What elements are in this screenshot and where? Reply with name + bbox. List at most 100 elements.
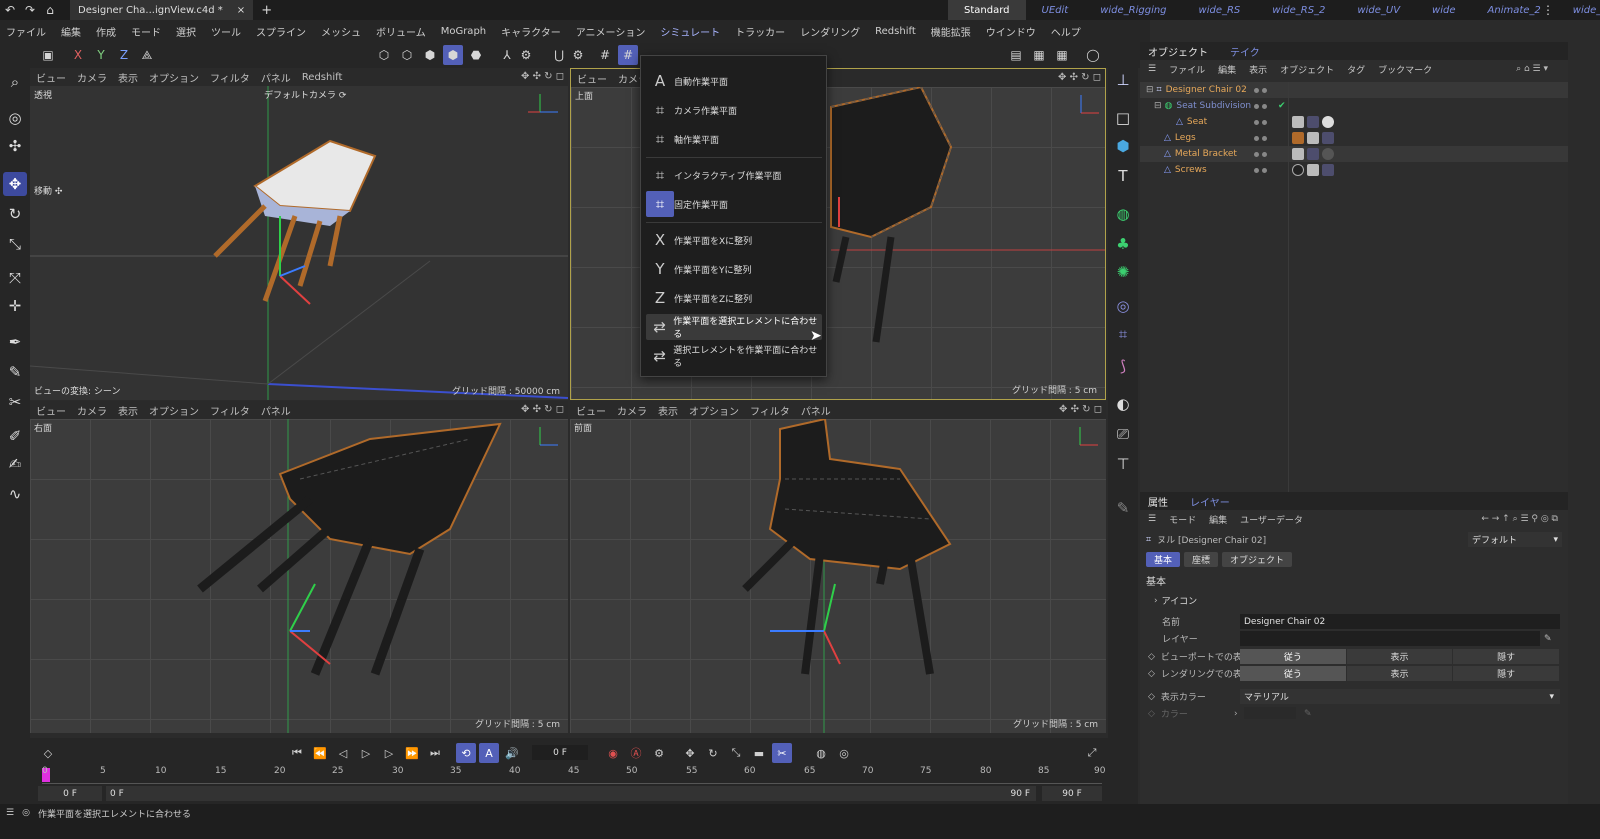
- coordinate-system-icon[interactable]: ⟁: [137, 45, 157, 65]
- metal-sphere-icon[interactable]: [1322, 148, 1334, 160]
- menu-camera-workplane[interactable]: ⌗ カメラ作業平面: [646, 97, 822, 123]
- menu-mode[interactable]: モード: [131, 24, 161, 39]
- move-tool-icon[interactable]: ✥: [3, 172, 27, 196]
- menu-extensions[interactable]: 機能拡張: [931, 24, 971, 39]
- home-icon[interactable]: ⌂: [40, 0, 60, 20]
- am-menu-mode[interactable]: モード: [1169, 513, 1196, 526]
- points-mode-icon[interactable]: ⬡: [374, 45, 394, 65]
- preset-dropdown[interactable]: デフォルト ▾: [1468, 532, 1562, 547]
- camera-label[interactable]: デフォルトカメラ ⟳: [264, 88, 346, 101]
- object-name[interactable]: Designer Chair 02: [1166, 85, 1247, 95]
- material-sphere-icon[interactable]: [1292, 164, 1304, 176]
- menu-align-selection-to-workplane[interactable]: ⇄ 選択エレメントを作業平面に合わせる: [646, 343, 822, 369]
- viewport-perspective[interactable]: ビュー カメラ 表示 オプション フィルタ パネル Redshift ✥ ✣ ↻…: [30, 68, 568, 400]
- menu-help[interactable]: ヘルプ: [1051, 24, 1081, 39]
- layout-tab[interactable]: wide_RS: [1183, 0, 1257, 20]
- current-frame-field[interactable]: 0 F: [532, 745, 588, 760]
- search-icon[interactable]: ⌕: [3, 70, 27, 94]
- menu-spline[interactable]: スプライン: [256, 24, 306, 39]
- menu-axis-workplane[interactable]: ⌗ 軸作業平面: [646, 126, 822, 152]
- play-icon[interactable]: ▷: [356, 743, 376, 763]
- tab-basic[interactable]: 基本: [1146, 552, 1181, 567]
- sound-icon[interactable]: 🔊: [502, 743, 522, 763]
- menu-window[interactable]: ウインドウ: [986, 24, 1036, 39]
- preview-range-bar[interactable]: 0 F 90 F: [106, 786, 1036, 801]
- knife-icon[interactable]: ✂: [3, 390, 27, 414]
- motion-settings-icon[interactable]: ◎: [834, 743, 854, 763]
- more-icon[interactable]: ⋮: [1542, 3, 1554, 17]
- visibility-dots[interactable]: [1254, 82, 1276, 98]
- render-region-icon[interactable]: ▤: [1006, 45, 1026, 65]
- layout-tab[interactable]: wide_Rigging: [1084, 0, 1182, 20]
- timeline-expand-icon[interactable]: ⤢: [1082, 743, 1102, 763]
- chevron-right-icon[interactable]: ›: [1154, 596, 1158, 606]
- om-search-icons[interactable]: ⌕ ⌂ ☰ ▾: [1516, 64, 1548, 74]
- record-icon[interactable]: ◉: [603, 743, 623, 763]
- menu-character[interactable]: キャラクター: [501, 24, 561, 39]
- chevron-right-icon[interactable]: ›: [1234, 709, 1238, 719]
- grid-icon[interactable]: #: [595, 45, 615, 65]
- uv-mode-icon[interactable]: ⬣: [466, 45, 486, 65]
- tweak-icon[interactable]: ✣: [3, 134, 27, 158]
- scale-tool-icon[interactable]: ⤡: [3, 232, 27, 256]
- am-nav-icons[interactable]: ← → ↑ ⌕ ☰ ⚲ ◎ ⧉: [1481, 514, 1558, 524]
- vp-menu-options[interactable]: オプション: [149, 70, 199, 85]
- om-menu-bookmarks[interactable]: ブックマーク: [1378, 63, 1432, 76]
- null-icon[interactable]: ⌗: [1111, 322, 1135, 346]
- hamburger-icon[interactable]: ☰: [1148, 64, 1156, 74]
- rotate-tool-icon[interactable]: ↻: [3, 202, 27, 226]
- object-name[interactable]: Seat Subdivision: [1176, 101, 1251, 111]
- expand-icon[interactable]: ⊟: [1146, 85, 1154, 95]
- om-menu-view[interactable]: 表示: [1249, 63, 1267, 76]
- playback-mode-icon[interactable]: A: [479, 743, 499, 763]
- y-axis-toggle[interactable]: Y: [91, 45, 111, 65]
- edges-mode-icon[interactable]: ⬡: [397, 45, 417, 65]
- key-pla-icon[interactable]: ✂: [772, 743, 792, 763]
- viewport-canvas[interactable]: 右面 グリッド間隔 : 5 cm: [30, 419, 568, 733]
- viewport-canvas[interactable]: 透視 デフォルトカメラ ⟳ 移動 ✣ ビューの変換: シーン グリッド間隔 : …: [30, 86, 568, 400]
- model-mode-icon[interactable]: ▣: [38, 45, 58, 65]
- enabled-check-icon[interactable]: ✔: [1278, 101, 1286, 111]
- camera-icon[interactable]: ⎚: [1111, 422, 1135, 446]
- viewport-front[interactable]: ビュー カメラ 表示 オプション フィルタ パネル ✥ ✣ ↻ ◻ 前面 グリッ…: [570, 401, 1106, 733]
- live-selection-icon[interactable]: ◎: [3, 106, 27, 130]
- redo-icon[interactable]: ↷: [20, 0, 40, 20]
- keyframe-diamond-icon[interactable]: ◇: [1148, 652, 1155, 662]
- vis-default-option[interactable]: 従う: [1240, 649, 1347, 664]
- vp-menu-filter[interactable]: フィルタ: [210, 70, 250, 85]
- object-name[interactable]: Metal Bracket: [1175, 149, 1237, 159]
- key-position-icon[interactable]: ✥: [680, 743, 700, 763]
- am-menu-userdata[interactable]: ユーザーデータ: [1240, 513, 1303, 526]
- menu-auto-workplane[interactable]: A 自動作業平面: [646, 68, 822, 94]
- tab-object[interactable]: オブジェクト: [1222, 552, 1293, 567]
- object-row[interactable]: ⊟ ◍ Seat Subdivision ✔: [1140, 98, 1568, 114]
- vp-menu-camera[interactable]: カメラ: [617, 403, 647, 418]
- expand-icon[interactable]: ⊟: [1154, 101, 1162, 111]
- tab-takes[interactable]: テイク: [1230, 44, 1260, 59]
- menu-mograph[interactable]: MoGraph: [441, 26, 486, 37]
- axis-icon[interactable]: ⅄: [497, 45, 517, 65]
- pen-icon[interactable]: ✒: [3, 330, 27, 354]
- tab-layers[interactable]: レイヤー: [1190, 494, 1230, 509]
- menu-volume[interactable]: ボリューム: [376, 24, 426, 39]
- hamburger-icon[interactable]: ☰: [1148, 514, 1156, 524]
- menu-align-y[interactable]: Y 作業平面をYに整列: [646, 256, 822, 282]
- z-axis-toggle[interactable]: Z: [114, 45, 134, 65]
- viewport-nav-icons[interactable]: ✥ ✣ ↻ ◻: [521, 71, 564, 82]
- object-row[interactable]: △ Screws: [1140, 162, 1568, 178]
- menu-tracker[interactable]: トラッカー: [735, 24, 785, 39]
- polygons-mode-icon[interactable]: ⬢: [420, 45, 440, 65]
- layout-tab[interactable]: wide_UV: [1341, 0, 1416, 20]
- axis-tool-icon[interactable]: ✛: [3, 294, 27, 318]
- viewport-right[interactable]: ビュー カメラ 表示 オプション フィルタ パネル ✥ ✣ ↻ ◻ 右面 グリッ…: [30, 401, 568, 733]
- vp-menu-view[interactable]: ビュー: [36, 403, 66, 418]
- settings-icon[interactable]: ⚙: [516, 45, 536, 65]
- key-rotation-icon[interactable]: ↻: [703, 743, 723, 763]
- snap-icon[interactable]: ⋃: [549, 45, 569, 65]
- layout-tab[interactable]: Standard: [948, 0, 1026, 20]
- close-tab-icon[interactable]: ×: [237, 5, 245, 16]
- display-color-dropdown[interactable]: マテリアル ▾: [1240, 689, 1560, 704]
- brush-icon[interactable]: ✐: [3, 424, 27, 448]
- coordinate-manager-icon[interactable]: ⊥: [1111, 68, 1135, 92]
- viewport-nav-icons[interactable]: ✥ ✣ ↻ ◻: [521, 404, 564, 415]
